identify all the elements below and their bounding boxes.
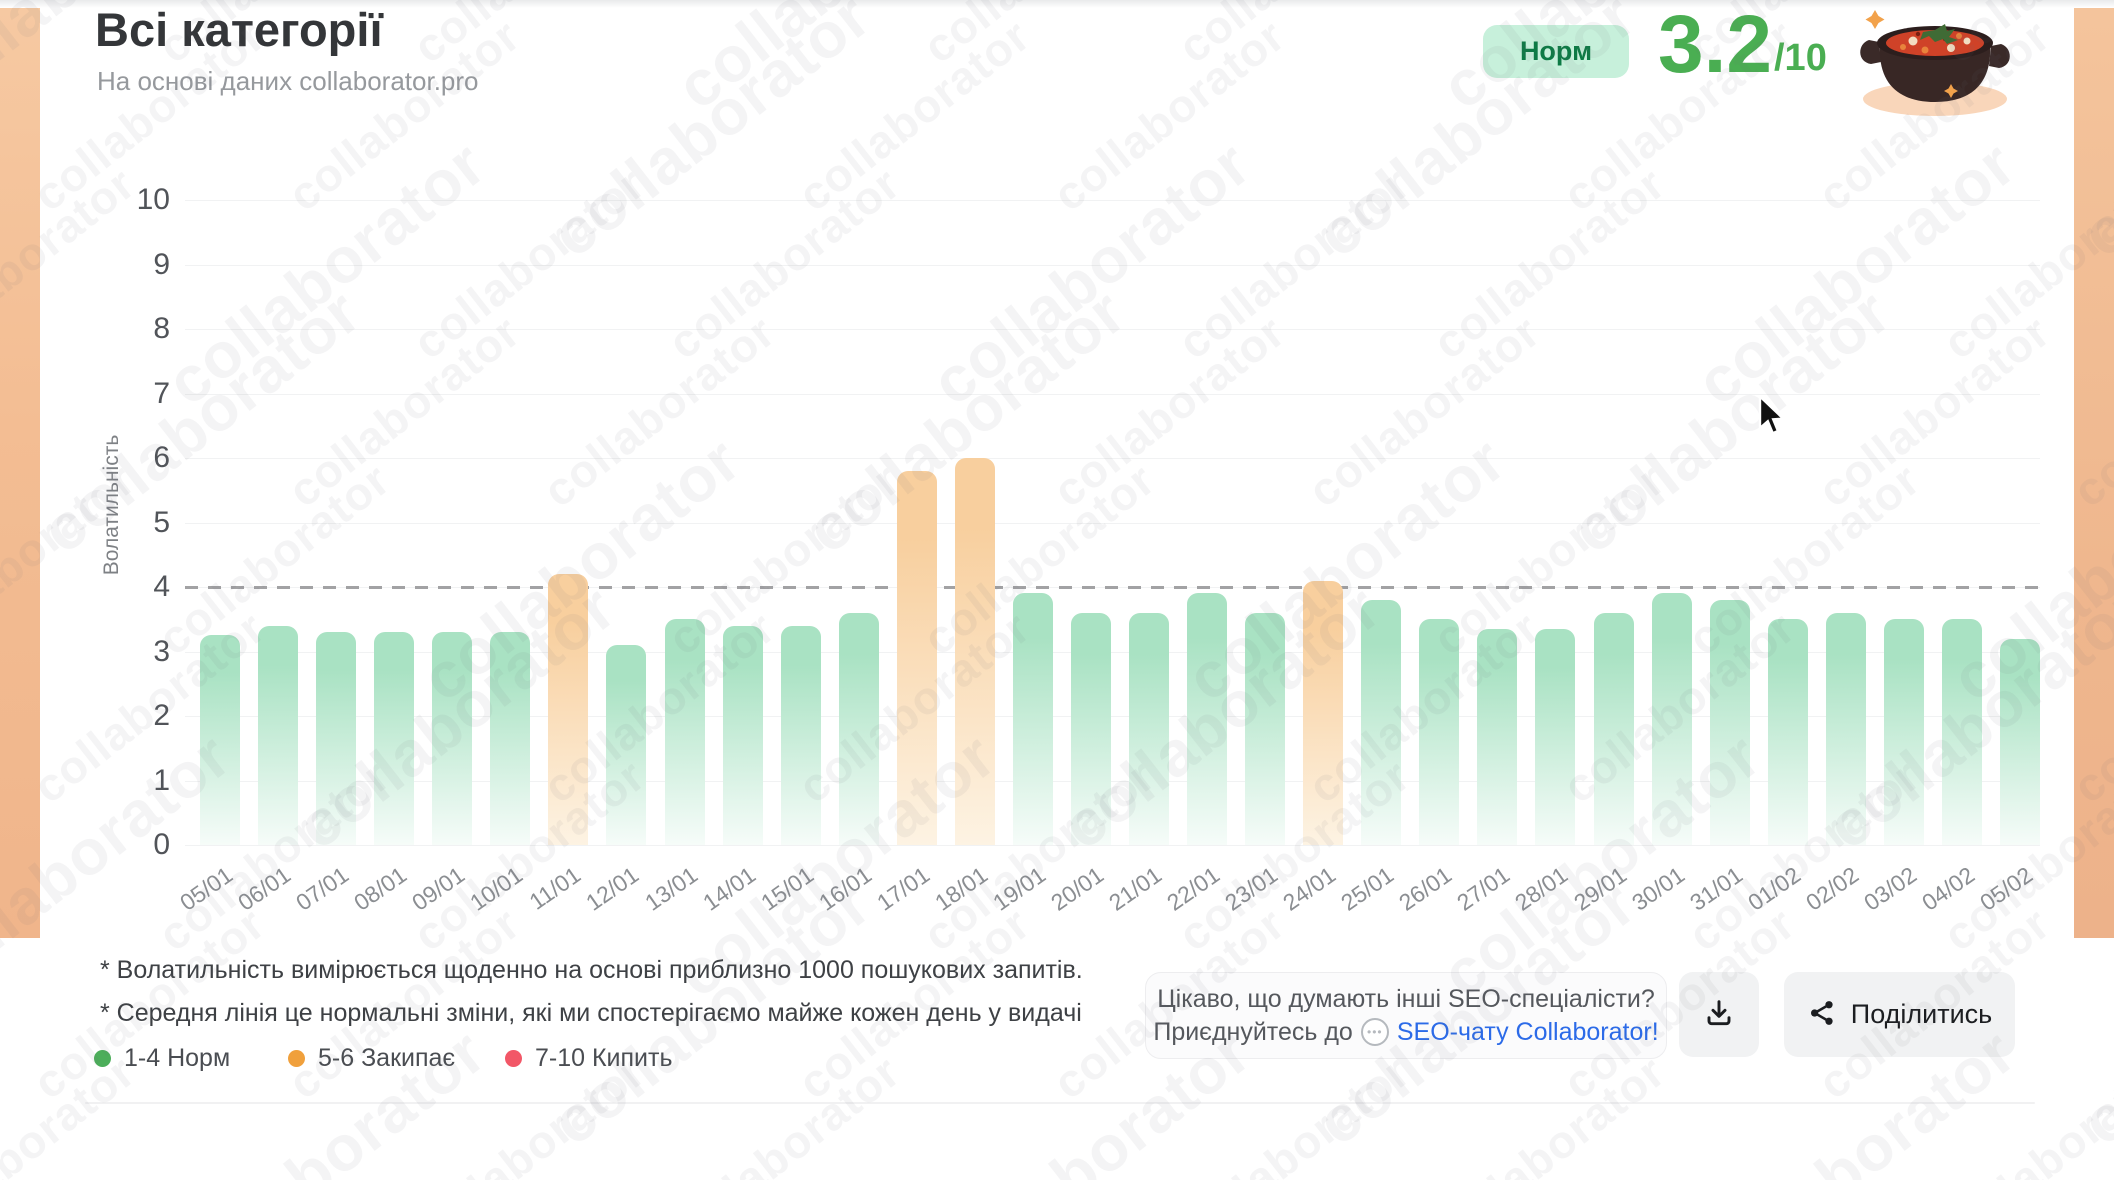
bar-27/01[interactable] [1477,629,1517,845]
y-tick-9: 9 [95,247,170,283]
y-tick-2: 2 [95,698,170,734]
y-tick-5: 5 [95,505,170,541]
cta-line2: Приєднуйтесь до ••• SEO-чату Collaborato… [1153,1018,1658,1047]
red-dot-icon [505,1050,522,1067]
share-button-label: Поділитись [1851,999,1992,1030]
bar-21/01[interactable] [1129,613,1169,845]
bar-08/01[interactable] [374,632,414,845]
share-button[interactable]: Поділитись [1784,972,2015,1057]
legend-label: 5-6 Закипає [318,1044,455,1073]
watermark-text: collaborator [1168,1044,1420,1180]
download-button[interactable] [1679,972,1759,1057]
bar-01/02[interactable] [1768,619,1808,845]
bar-14/01[interactable] [723,626,763,845]
bar-05/02[interactable] [2000,639,2040,845]
bar-13/01[interactable] [665,619,705,845]
bar-29/01[interactable] [1594,613,1634,845]
y-tick-4: 4 [95,569,170,605]
green-dot-icon [94,1050,111,1067]
bar-28/01[interactable] [1535,629,1575,845]
bar-18/01[interactable] [955,458,995,845]
bar-02/02[interactable] [1826,613,1866,845]
y-tick-1: 1 [95,763,170,799]
bar-07/01[interactable] [316,632,356,845]
bar-31/01[interactable] [1710,600,1750,845]
bar-10/01[interactable] [490,632,530,845]
legend-item-boiling-up: 5-6 Закипає [288,1044,455,1072]
bar-15/01[interactable] [781,626,821,845]
share-icon [1807,998,1837,1031]
bottom-divider [85,1102,2035,1104]
bar-03/02[interactable] [1884,619,1924,845]
cta-line1: Цікаво, що думають інші SEO-спеціалісти? [1157,985,1655,1014]
bar-26/01[interactable] [1419,619,1459,845]
orange-dot-icon [288,1050,305,1067]
watermark-text: collaborator [1423,1044,1675,1180]
bars-layer [200,200,2040,845]
y-tick-6: 6 [95,440,170,476]
bar-04/02[interactable] [1942,619,1982,845]
bar-11/01[interactable] [548,574,588,845]
bar-09/01[interactable] [432,632,472,845]
watermark-text: collaborator [1933,1044,2114,1180]
bar-23/01[interactable] [1245,613,1285,845]
bar-25/01[interactable] [1361,600,1401,845]
legend-item-norm: 1-4 Норм [94,1044,230,1072]
y-tick-3: 3 [95,634,170,670]
speech-bubble-icon: ••• [1361,1018,1389,1046]
bar-30/01[interactable] [1652,593,1692,845]
serp-volatility-page: Всі категорії На основі даних collaborat… [0,0,2114,1180]
y-tick-8: 8 [95,311,170,347]
bar-22/01[interactable] [1187,593,1227,845]
y-tick-10: 10 [95,182,170,218]
bar-17/01[interactable] [897,471,937,845]
seo-chat-link[interactable]: SEO-чату Collaborator! [1397,1018,1659,1047]
legend-item-boiling: 7-10 Кипить [505,1044,673,1072]
download-icon [1703,997,1735,1032]
note-measurement: * Волатильність вимірюється щоденно на о… [100,956,1083,985]
watermark-text: collaborator [658,1044,910,1180]
bar-16/01[interactable] [839,613,879,845]
legend-label: 7-10 Кипить [535,1044,673,1073]
note-average-line: * Середня лінія це нормальні зміни, які … [100,999,1082,1028]
volatility-chart: Волатильність 012345678910 05/0106/0107/… [0,0,2114,940]
y-tick-7: 7 [95,376,170,412]
cta-prefix: Приєднуйтесь до [1153,1018,1353,1047]
bar-19/01[interactable] [1013,593,1053,845]
bar-24/01[interactable] [1303,581,1343,845]
bar-12/01[interactable] [606,645,646,845]
bar-05/01[interactable] [200,635,240,845]
x-axis-ticks: 05/0106/0107/0108/0109/0110/0111/0112/01… [200,845,2040,935]
y-tick-0: 0 [95,827,170,863]
seo-chat-cta-box: Цікаво, що думають інші SEO-спеціалісти?… [1145,972,1667,1059]
watermark-text: collaborator [153,1014,499,1180]
bar-20/01[interactable] [1071,613,1111,845]
bar-06/01[interactable] [258,626,298,845]
legend-label: 1-4 Норм [124,1044,230,1073]
